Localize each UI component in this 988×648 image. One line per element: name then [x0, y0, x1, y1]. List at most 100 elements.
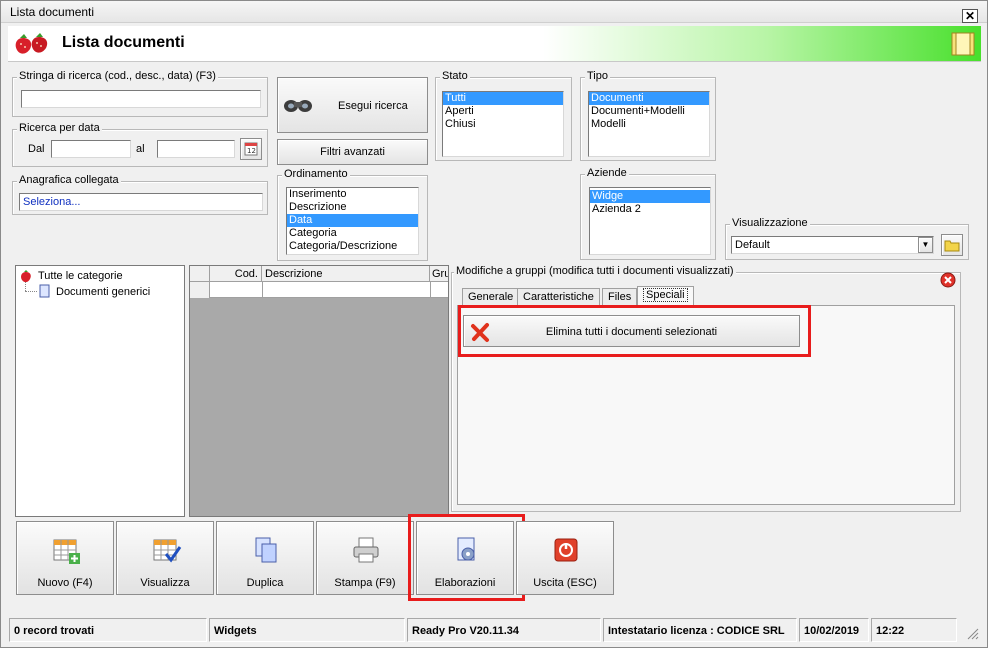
tree-line [25, 282, 26, 291]
linked-registry-field[interactable]: Seleziona... [19, 193, 263, 211]
close-circle-icon [940, 272, 956, 288]
date-search-group: Ricerca per data Dal al 12 [12, 122, 268, 167]
date-to-field[interactable] [157, 140, 235, 158]
view-group: Visualizzazione Default ▼ [725, 217, 969, 260]
gear-document-icon [457, 537, 475, 561]
sort-label: Ordinamento [282, 168, 350, 180]
exit-button-label: Uscita (ESC) [533, 577, 597, 589]
calendar-button[interactable]: 12 [240, 138, 262, 160]
status-time: 12:22 [871, 618, 957, 642]
delete-all-button[interactable]: Elimina tutti i documenti selezionati [463, 315, 800, 347]
table-row[interactable] [190, 282, 448, 298]
print-button[interactable]: Stampa (F9) [316, 521, 414, 595]
row-selector[interactable] [190, 282, 210, 298]
tab-speciali-label: Speciali [643, 288, 688, 302]
type-item-documenti[interactable]: Documenti [589, 92, 709, 105]
search-label: Stringa di ricerca (cod., desc., data) (… [17, 70, 218, 82]
type-list[interactable]: Documenti Documenti+Modelli Modelli [588, 91, 710, 157]
date-from-label: Dal [28, 143, 45, 155]
category-tree[interactable]: Tutte le categorie Documenti generici [15, 265, 185, 517]
state-group: Stato Tutti Aperti Chiusi [435, 70, 572, 161]
date-to-label: al [136, 143, 145, 155]
type-label: Tipo [585, 70, 610, 82]
column-header-descrizione[interactable]: Descrizione [262, 266, 430, 282]
type-item-documenti-modelli[interactable]: Documenti+Modelli [589, 105, 709, 118]
new-button[interactable]: Nuovo (F4) [16, 521, 114, 595]
status-records: 0 record trovati [9, 618, 207, 642]
sort-item-data[interactable]: Data [287, 214, 418, 227]
type-group: Tipo Documenti Documenti+Modelli Modelli [580, 70, 716, 161]
print-button-label: Stampa (F9) [334, 577, 396, 589]
company-item-azienda-2[interactable]: Azienda 2 [590, 203, 710, 216]
strawberry-icon [21, 270, 31, 283]
state-item-tutti[interactable]: Tutti [443, 92, 563, 105]
grid-header: Cod. Descrizione Gru [190, 266, 448, 282]
copy-icon [255, 537, 277, 563]
companies-list[interactable]: Widge Azienda 2 [589, 187, 711, 255]
sort-item-descrizione[interactable]: Descrizione [287, 201, 418, 214]
processing-button-label: Elaborazioni [434, 577, 496, 589]
view-select[interactable]: Default ▼ [731, 236, 934, 254]
exit-button[interactable]: Uscita (ESC) [516, 521, 614, 595]
date-from-field[interactable] [51, 140, 131, 158]
strawberry-icon [15, 33, 48, 54]
group-edit-label: Modifiche a gruppi (modifica tutti i doc… [454, 265, 736, 277]
column-header-cod[interactable]: Cod. [210, 266, 262, 282]
status-module: Widgets [209, 618, 405, 642]
companies-group: Aziende Widge Azienda 2 [580, 167, 716, 260]
binoculars-icon [284, 100, 312, 112]
column-header-gruppo[interactable]: Gru [430, 266, 448, 282]
tab-files[interactable]: Files [602, 288, 638, 305]
state-label: Stato [440, 70, 470, 82]
view-button[interactable]: Visualizza [116, 521, 214, 595]
printer-icon [353, 537, 379, 563]
view-table-icon [153, 539, 182, 563]
resize-grip-icon[interactable] [964, 625, 980, 641]
tree-child-label[interactable]: Documenti generici [56, 286, 150, 298]
state-item-aperti[interactable]: Aperti [443, 105, 563, 118]
cell-divider [262, 282, 263, 298]
tab-generale[interactable]: Generale [462, 288, 520, 305]
folder-icon [944, 240, 960, 252]
date-search-label: Ricerca per data [17, 122, 102, 134]
open-view-button[interactable] [941, 234, 963, 256]
state-list[interactable]: Tutti Aperti Chiusi [442, 91, 564, 157]
duplicate-button-label: Duplica [246, 577, 284, 589]
advanced-filters-button[interactable]: Filtri avanzati [277, 139, 428, 165]
chevron-down-icon[interactable]: ▼ [918, 237, 933, 253]
page-title: Lista documenti [62, 34, 185, 51]
title-bar: Lista documenti [1, 1, 987, 23]
sort-item-inserimento[interactable]: Inserimento [287, 188, 418, 201]
view-select-value: Default [735, 239, 770, 251]
linked-registry-label: Anagrafica collegata [17, 174, 121, 186]
tree-line [25, 291, 37, 292]
type-item-modelli[interactable]: Modelli [589, 118, 709, 131]
sort-item-categoria-descrizione[interactable]: Categoria/Descrizione [287, 240, 418, 253]
tab-speciali[interactable]: Speciali [637, 286, 694, 306]
header-banner: Lista documenti [8, 26, 981, 62]
sort-group: Ordinamento Inserimento Descrizione Data… [277, 168, 428, 261]
processing-button[interactable]: Elaborazioni [416, 521, 514, 595]
tree-root-label[interactable]: Tutte le categorie [38, 270, 123, 282]
book-icon[interactable] [949, 30, 977, 58]
company-item-widge[interactable]: Widge [590, 190, 710, 203]
sort-list[interactable]: Inserimento Descrizione Data Categoria C… [286, 187, 419, 255]
document-icon [39, 284, 50, 298]
view-label: Visualizzazione [730, 217, 810, 229]
search-input[interactable] [21, 90, 261, 108]
close-button[interactable]: ✕ [962, 9, 978, 23]
tab-caratteristiche[interactable]: Caratteristiche [517, 288, 600, 305]
view-button-label: Visualizza [140, 577, 190, 589]
calendar-icon: 12 [244, 142, 258, 156]
sort-item-categoria[interactable]: Categoria [287, 227, 418, 240]
new-table-icon [53, 539, 80, 564]
duplicate-button[interactable]: Duplica [216, 521, 314, 595]
window-title: Lista documenti [10, 5, 95, 19]
close-panel-button[interactable] [938, 271, 958, 289]
linked-registry-group: Anagrafica collegata Seleziona... [12, 174, 268, 215]
search-button[interactable]: Esegui ricerca [277, 77, 428, 133]
state-item-chiusi[interactable]: Chiusi [443, 118, 563, 131]
grid-corner [190, 266, 210, 282]
status-license: Intestatario licenza : CODICE SRL [603, 618, 797, 642]
documents-grid[interactable]: Cod. Descrizione Gru [189, 265, 449, 517]
